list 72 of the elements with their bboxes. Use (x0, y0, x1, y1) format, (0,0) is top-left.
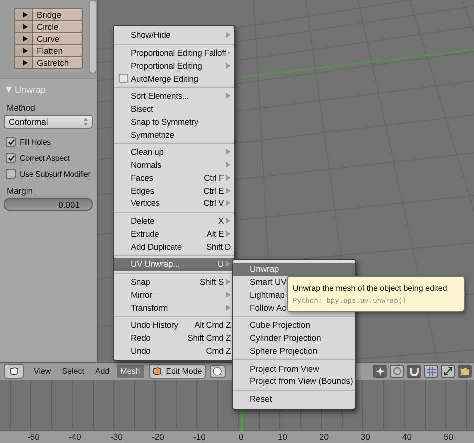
shortcut-text: Cmd Z (205, 346, 231, 356)
menu-item[interactable]: Clean up (114, 146, 234, 159)
menu-button[interactable]: Select (58, 365, 88, 378)
tick-label: 30 (360, 432, 372, 442)
tick-label: 10 (277, 432, 288, 442)
menu-button[interactable]: Add (91, 365, 114, 378)
menu-item[interactable]: Reset (233, 392, 355, 406)
menu-item[interactable]: UV Unwrap... U (114, 258, 234, 271)
menu-button[interactable]: View (30, 365, 56, 378)
checkbox-label: Use Subsurf Modifier (20, 170, 91, 178)
field-label: Margin (6, 186, 34, 196)
menu-item[interactable]: Delete X (114, 214, 234, 228)
menu-item[interactable]: Bisect (114, 102, 234, 116)
tick-label: -30 (110, 432, 124, 442)
tick-label: 0 (238, 432, 245, 442)
frame-ruler[interactable]: -50 -40 -30 -20 -10 0 10 20 30 40 50 (0, 430, 474, 443)
menu-item[interactable]: Undo Cmd Z (114, 344, 234, 358)
tick-label: -10 (192, 432, 207, 442)
panel-title: Unwrap (15, 85, 46, 95)
shortcut-text: X (217, 216, 224, 226)
shortcut-text: Ctrl E (202, 186, 224, 196)
tick-label: 50 (443, 432, 454, 442)
method-dropdown[interactable]: Conformal (4, 115, 93, 129)
shortcut-text: Shift Cmd Z (186, 333, 231, 344)
menu-item[interactable]: AutoMerge Editing (114, 72, 234, 85)
tick-label: 40 (402, 432, 413, 442)
menu-item[interactable]: Show/Hide (114, 29, 234, 42)
mode-dropdown[interactable]: Edit Mode (149, 364, 206, 379)
tool-button[interactable]: Curve (14, 32, 84, 45)
tick-label: -20 (151, 432, 166, 442)
tool-button[interactable]: Gstretch (14, 56, 84, 69)
menu-item[interactable]: Sort Elements... (114, 90, 234, 103)
shortcut-text: Shift S (199, 277, 224, 288)
checkbox-label: Correct Aspect (20, 154, 70, 162)
field-label: Method (6, 103, 36, 113)
menu-item[interactable]: Project From View (233, 362, 355, 375)
menu-item[interactable]: Cylinder Projection (233, 332, 355, 344)
menu-item[interactable]: Edges Ctrl E (114, 184, 234, 197)
shortcut-text: Shift D (206, 242, 231, 252)
tool-button[interactable]: Bridge (14, 8, 84, 21)
menu-button[interactable]: Mesh (116, 365, 144, 378)
tool-button[interactable]: Circle (14, 20, 84, 33)
menu-item[interactable]: Snap Shift S (114, 276, 234, 288)
tool-button[interactable]: Flatten (14, 44, 84, 57)
checkbox-label: Fill Holes (20, 138, 51, 146)
menu-item[interactable]: Add Duplicate Shift D (114, 240, 234, 253)
menu-item[interactable]: Extrude Alt E (114, 228, 234, 240)
menu-item[interactable]: Unwrap (233, 263, 355, 276)
shortcut-text: Alt E (206, 228, 224, 239)
shortcut-text: Ctrl F (203, 172, 224, 183)
menu-item[interactable]: Project from View (Bounds) (233, 375, 355, 388)
menu-item[interactable]: Snap to Symmetry (114, 116, 234, 128)
shortcut-text: Ctrl V (202, 198, 224, 208)
tick-label: -40 (68, 432, 82, 442)
menu-item[interactable]: Vertices Ctrl V (114, 197, 234, 210)
menu-item[interactable]: Proportional Editing (114, 60, 234, 72)
menu-item[interactable]: Cube Projection (233, 319, 355, 332)
menu-item[interactable]: Undo History Alt Cmd Z (114, 319, 234, 332)
menu-item[interactable]: Faces Ctrl F (114, 172, 234, 184)
shortcut-text: Alt Cmd Z (194, 320, 231, 330)
menu-item[interactable]: Transform (114, 301, 234, 314)
tick-label: -50 (26, 432, 41, 442)
number-field[interactable]: 0.001 (4, 198, 93, 211)
menu-item[interactable]: Proportional Editing Falloff (114, 46, 234, 60)
menu-item[interactable]: Sphere Projection (233, 344, 355, 358)
menu-item[interactable]: Symmetrize (114, 128, 234, 141)
menu-item[interactable]: Normals (114, 158, 234, 172)
tooltip-text: Unwrap the mesh of the object being edited (293, 283, 448, 294)
menu-item[interactable]: Mirror (114, 288, 234, 302)
menu-item[interactable]: Redo Shift Cmd Z (114, 332, 234, 344)
shortcut-text: U (217, 259, 224, 270)
tick-label: 20 (318, 432, 330, 442)
